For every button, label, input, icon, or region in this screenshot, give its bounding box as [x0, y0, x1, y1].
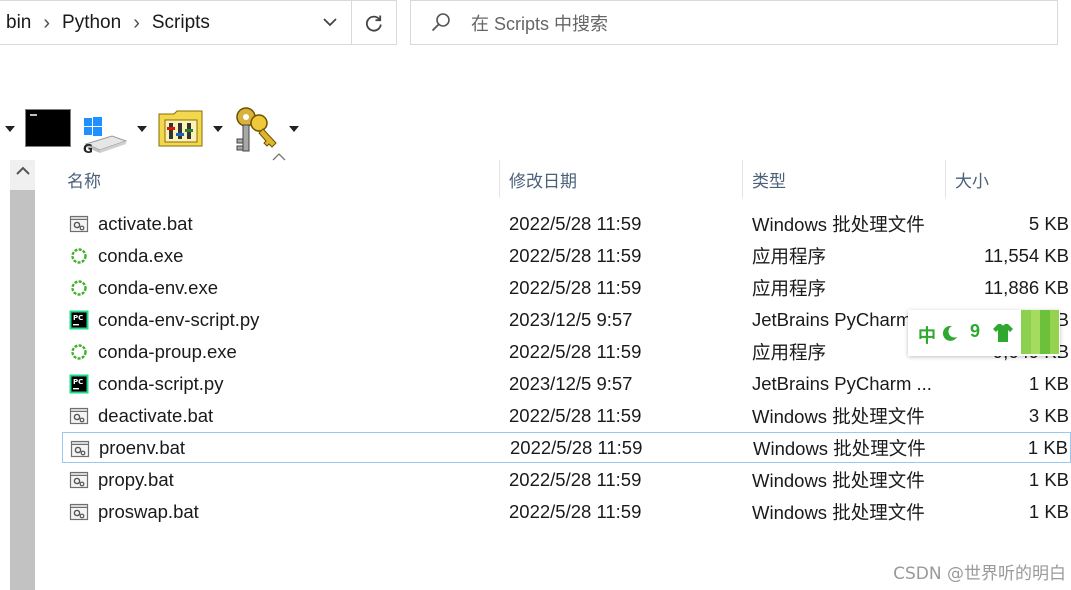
column-header-name[interactable]: 名称: [67, 160, 497, 198]
file-date: 2022/5/28 11:59: [509, 212, 642, 234]
file-date: 2022/5/28 11:59: [509, 500, 642, 522]
file-type: JetBrains PyCharm ...: [752, 372, 932, 394]
toolbar-dropdown-arrow[interactable]: [5, 126, 15, 132]
address-bar[interactable]: bin › Python › Scripts: [0, 0, 397, 45]
file-row[interactable]: PC conda-script.py 2023/12/5 9:57 JetBrains…: [62, 368, 1071, 399]
keys-icon[interactable]: [232, 103, 282, 155]
file-name[interactable]: propy.bat: [98, 469, 174, 491]
bat-file-icon: [70, 440, 90, 458]
bat-file-icon: [69, 407, 89, 425]
scrollbar-thumb[interactable]: [10, 190, 35, 590]
scroll-up-icon[interactable]: [15, 164, 31, 178]
chevron-right-icon[interactable]: ›: [33, 13, 60, 33]
file-type: Windows 批处理文件: [752, 213, 925, 235]
toolbar-dropdown-arrow[interactable]: [137, 126, 147, 132]
file-size: 11,886 KB: [983, 276, 1069, 298]
file-size: 1 KB: [1028, 468, 1069, 490]
file-row[interactable]: conda.exe 2022/5/28 11:59 应用程序 11,554 KB: [62, 240, 1071, 271]
chevron-down-icon: [323, 18, 337, 27]
file-size: 11,554 KB: [983, 244, 1069, 266]
svg-text:PC: PC: [73, 314, 83, 322]
file-date: 2022/5/28 11:59: [510, 436, 643, 458]
file-date: 2022/5/28 11:59: [509, 468, 642, 490]
file-row[interactable]: conda-env.exe 2022/5/28 11:59 应用程序 11,886 K…: [62, 272, 1071, 303]
refresh-button[interactable]: [352, 1, 396, 44]
windows-drive-icon[interactable]: G: [82, 114, 128, 154]
file-name[interactable]: proswap.bat: [98, 501, 199, 523]
column-header-size[interactable]: 大小: [955, 160, 1065, 198]
file-date: 2022/5/28 11:59: [509, 276, 642, 298]
bat-file-icon: [69, 503, 89, 521]
toolbar-dropdown-arrow[interactable]: [289, 126, 299, 132]
column-divider[interactable]: [945, 160, 946, 198]
file-size: 1 KB: [1028, 372, 1069, 394]
file-type: Windows 批处理文件: [752, 405, 925, 427]
conda-exe-icon: [71, 248, 87, 264]
file-date: 2023/12/5 9:57: [509, 372, 633, 394]
file-row[interactable]: deactivate.bat 2022/5/28 11:59 Windows 批处理…: [62, 400, 1071, 431]
file-name[interactable]: deactivate.bat: [98, 405, 213, 427]
bat-file-icon: [69, 471, 89, 489]
toolbar-dropdown-arrow[interactable]: [213, 126, 223, 132]
breadcrumb-python[interactable]: Python: [60, 12, 123, 34]
command-prompt-icon[interactable]: [25, 109, 71, 147]
file-type: 应用程序: [752, 245, 827, 267]
svg-text:PC: PC: [73, 378, 83, 386]
file-name[interactable]: conda.exe: [98, 245, 183, 267]
column-divider[interactable]: [499, 160, 500, 198]
refresh-icon: [365, 15, 382, 32]
file-name[interactable]: conda-proup.exe: [98, 341, 237, 363]
file-date: 2022/5/28 11:59: [509, 340, 642, 362]
file-size: 1 KB: [1027, 436, 1068, 458]
file-type: Windows 批处理文件: [753, 437, 926, 459]
column-divider[interactable]: [742, 160, 743, 198]
file-row[interactable]: activate.bat 2022/5/28 11:59 Windows 批处理文件…: [62, 208, 1071, 239]
column-header-date[interactable]: 修改日期: [509, 160, 739, 198]
file-type: Windows 批处理文件: [752, 469, 925, 491]
file-size: 5 KB: [1028, 212, 1069, 234]
chevron-right-icon[interactable]: ›: [123, 13, 150, 33]
bat-file-icon: [69, 215, 89, 233]
file-name[interactable]: conda-script.py: [98, 373, 223, 395]
file-name[interactable]: proenv.bat: [99, 437, 185, 459]
conda-exe-icon: [71, 344, 87, 360]
breadcrumb-bin[interactable]: bin: [4, 12, 33, 34]
moon-icon[interactable]: [941, 324, 959, 342]
pycharm-file-icon: PC: [69, 374, 89, 394]
file-name[interactable]: conda-env-script.py: [98, 309, 259, 331]
file-row[interactable]: proenv.bat 2022/5/28 11:59 Windows 批处理文件 1 …: [62, 432, 1071, 463]
breadcrumb-scripts[interactable]: Scripts: [150, 12, 212, 34]
pycharm-file-icon: PC: [69, 310, 89, 330]
file-type: 应用程序: [752, 277, 827, 299]
file-size: 1 KB: [1028, 500, 1069, 522]
conda-exe-icon: [71, 280, 87, 296]
svg-text:G: G: [83, 142, 93, 154]
ime-skin-bars[interactable]: [1021, 310, 1059, 354]
file-date: 2023/12/5 9:57: [509, 308, 633, 330]
watermark: CSDN @世界听的明白: [893, 564, 1066, 584]
shirt-icon[interactable]: [992, 323, 1014, 343]
file-row[interactable]: propy.bat 2022/5/28 11:59 Windows 批处理文件 1 K…: [62, 464, 1071, 495]
file-size: 3 KB: [1028, 404, 1069, 426]
ime-mode-toggle[interactable]: 中: [918, 322, 936, 348]
file-type: Windows 批处理文件: [752, 501, 925, 523]
column-header-type[interactable]: 类型: [752, 160, 942, 198]
file-date: 2022/5/28 11:59: [509, 244, 642, 266]
file-name[interactable]: activate.bat: [98, 213, 193, 235]
address-history-dropdown[interactable]: [310, 1, 350, 44]
ime-punctuation-toggle[interactable]: 9: [970, 321, 980, 342]
file-row[interactable]: proswap.bat 2022/5/28 11:59 Windows 批处理文件 1…: [62, 496, 1071, 527]
search-input[interactable]: 在 Scripts 中搜索: [471, 10, 608, 36]
file-date: 2022/5/28 11:59: [509, 404, 642, 426]
search-box[interactable]: 在 Scripts 中搜索: [410, 0, 1058, 45]
control-panel-icon[interactable]: [158, 108, 204, 148]
ime-toolbar[interactable]: 中 9: [908, 310, 1060, 356]
file-name[interactable]: conda-env.exe: [98, 277, 218, 299]
search-icon: [431, 12, 450, 31]
